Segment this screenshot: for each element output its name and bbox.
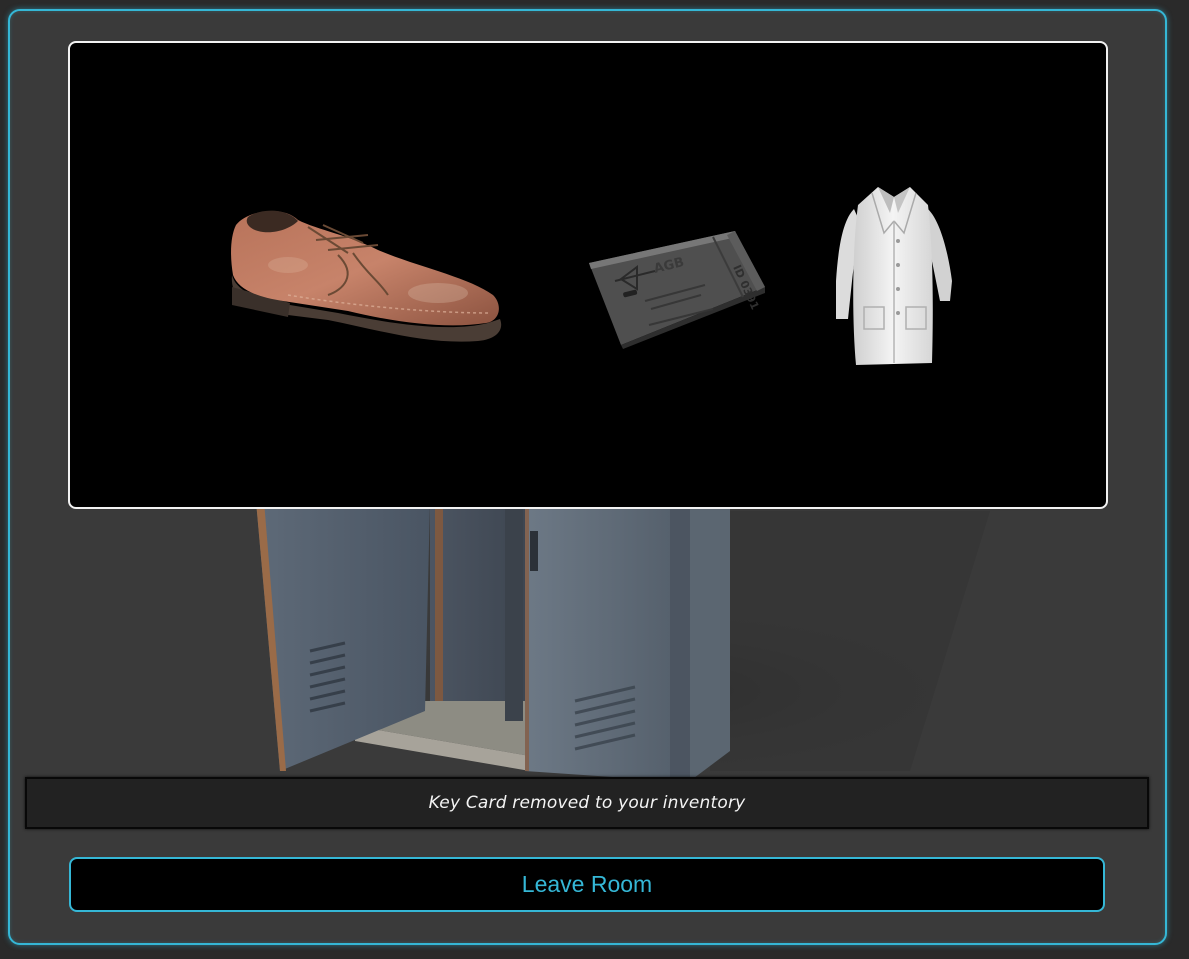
key-card-item[interactable]: AGB ID 0391 <box>585 227 767 349</box>
status-message: Key Card removed to your inventory <box>428 793 746 813</box>
leave-room-button[interactable]: Leave Room <box>69 857 1105 912</box>
items-panel: AGB ID 0391 <box>68 41 1108 509</box>
lab-coat-icon <box>836 187 952 365</box>
game-window: AGB ID 0391 Key Card removed to your inv… <box>8 9 1167 945</box>
shoe-item[interactable] <box>228 205 504 353</box>
shoe-icon <box>231 210 502 342</box>
message-bar: Key Card removed to your inventory <box>25 777 1149 829</box>
key-card-icon: AGB ID 0391 <box>589 231 765 349</box>
lab-coat-item[interactable] <box>832 181 956 367</box>
